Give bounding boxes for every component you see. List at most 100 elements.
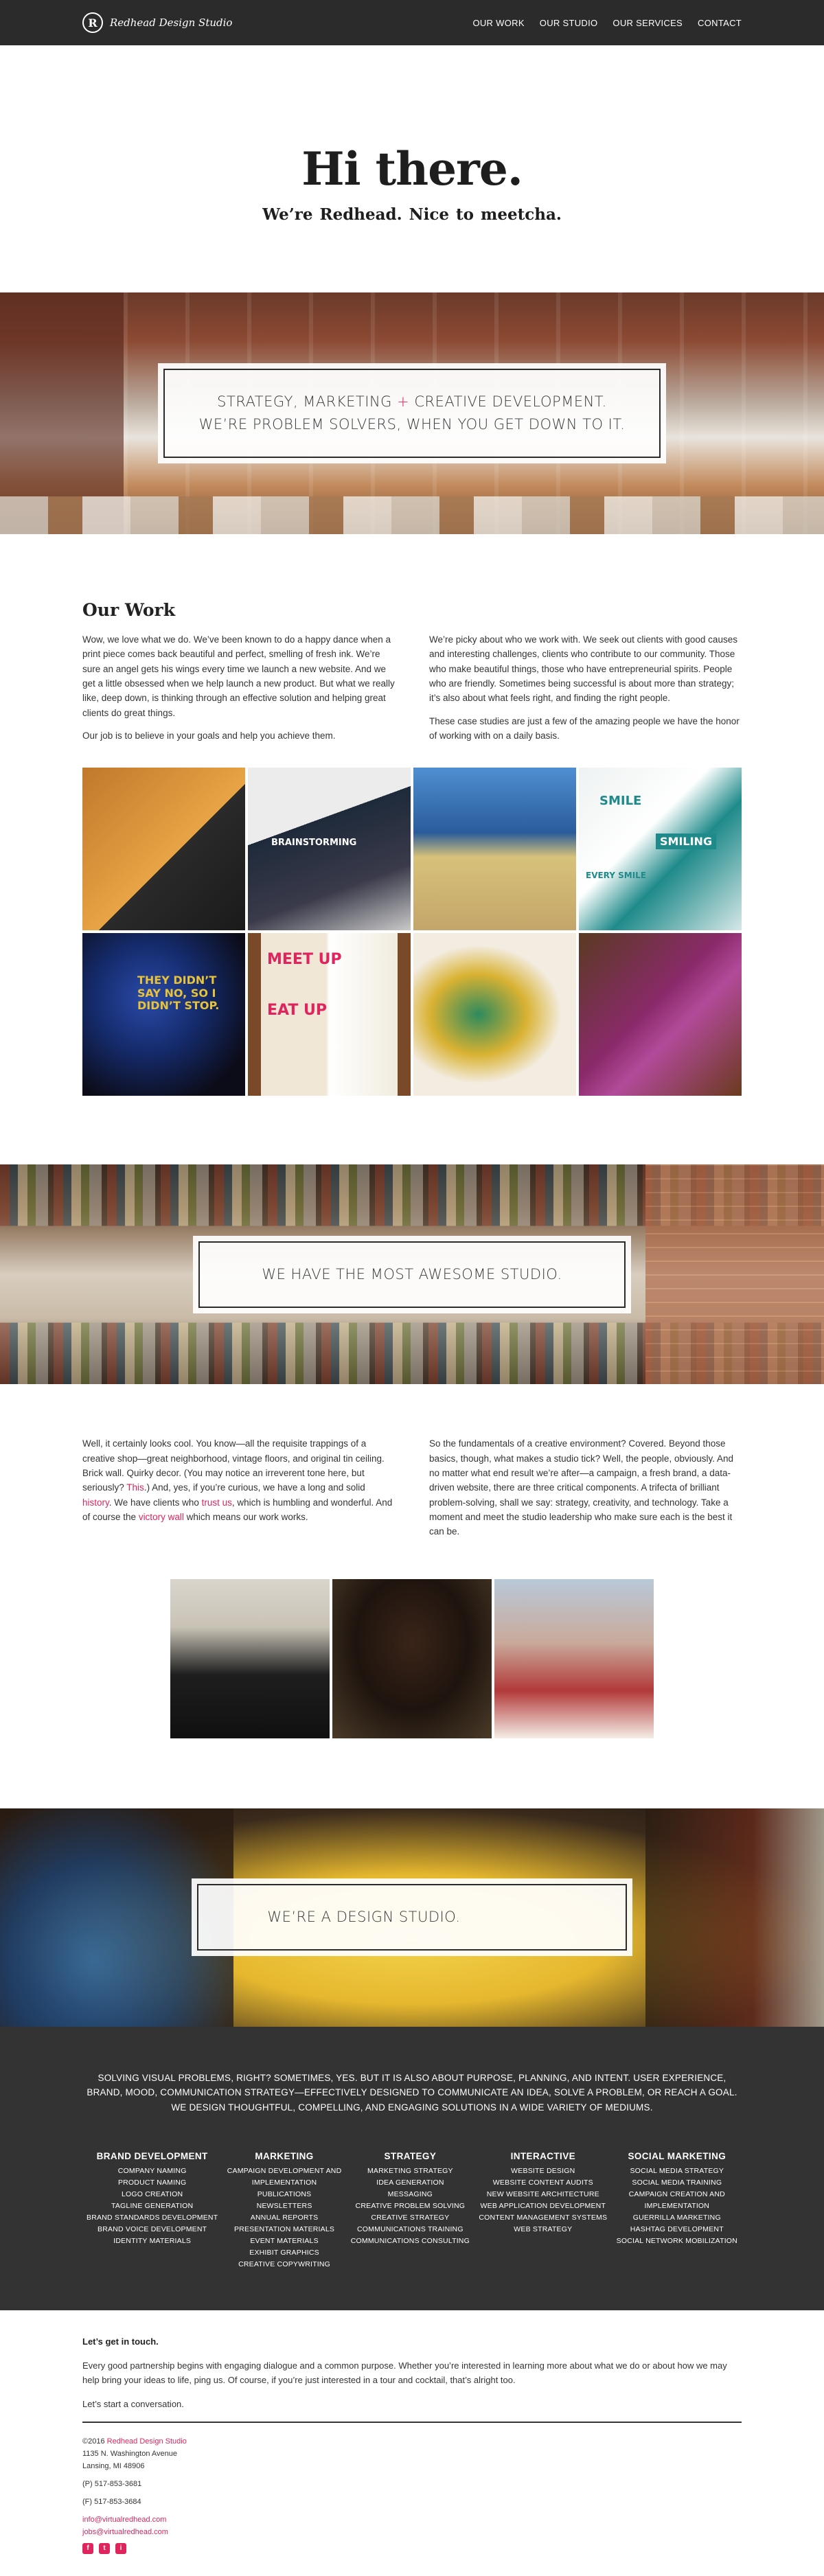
- paragraph: Well, it certainly looks cool. You know—…: [82, 1436, 395, 1524]
- service-item: WEB STRATEGY: [514, 2225, 573, 2234]
- service-column-interactive: INTERACTIVE WEBSITE DESIGN WEBSITE CONTE…: [479, 2151, 607, 2270]
- service-item: SOCIAL MEDIA STRATEGY: [630, 2167, 724, 2176]
- portfolio-tile[interactable]: [413, 768, 576, 931]
- email-info-link[interactable]: info@virtualredhead.com: [82, 2516, 166, 2524]
- service-title: BRAND DEVELOPMENT: [96, 2151, 208, 2162]
- service-item: MESSAGING: [387, 2190, 433, 2199]
- service-title: SOCIAL MARKETING: [628, 2151, 726, 2162]
- service-item: CREATIVE STRATEGY: [371, 2213, 450, 2222]
- service-item: SOCIAL MEDIA TRAINING: [632, 2178, 722, 2187]
- service-title: STRATEGY: [384, 2151, 437, 2162]
- brand[interactable]: R Redhead Design Studio: [82, 12, 232, 33]
- contact-section: Let’s get in touch. Every good partnersh…: [0, 2310, 824, 2554]
- nav-our-services[interactable]: OUR SERVICES: [613, 18, 683, 28]
- service-item: ANNUAL REPORTS: [250, 2213, 319, 2222]
- service-item: CONTENT MANAGEMENT SYSTEMS: [479, 2213, 608, 2222]
- portfolio-tile[interactable]: [579, 933, 742, 1096]
- service-item: LOGO CREATION: [121, 2190, 183, 2199]
- brand-name: Redhead Design Studio: [110, 16, 233, 29]
- twitter-icon[interactable]: t: [99, 2542, 110, 2554]
- hero-subtitle: We’re Redhead. Nice to meetcha.: [262, 205, 562, 224]
- banner-strategy-line1: STRATEGY, MARKETING + CREATIVE DEVELOPME…: [199, 391, 626, 413]
- address-line-2: Lansing, MI 48906: [82, 2461, 145, 2470]
- service-item: PUBLICATIONS: [257, 2190, 312, 2199]
- service-column-brand: BRAND DEVELOPMENT COMPANY NAMING PRODUCT…: [87, 2151, 218, 2270]
- service-item: MARKETING STRATEGY: [367, 2167, 453, 2176]
- banner-text: CREATIVE DEVELOPMENT.: [409, 393, 607, 411]
- portfolio-tile[interactable]: THEY DIDN’T SAY NO, SO I DIDN’T STOP.: [82, 933, 245, 1096]
- service-item: CREATIVE PROBLEM SOLVING: [355, 2202, 466, 2211]
- nav-our-work[interactable]: OUR WORK: [472, 18, 524, 28]
- service-item: IMPLEMENTATION: [251, 2178, 317, 2187]
- tile-label: EVERY SMILE: [586, 871, 647, 881]
- paragraph: Our job is to believe in your goals and …: [82, 730, 336, 741]
- leader-photo[interactable]: [332, 1578, 492, 1738]
- text-run: .) And, yes, if you’re curious, we have …: [144, 1482, 365, 1493]
- top-nav: R Redhead Design Studio OUR WORK OUR STU…: [0, 0, 824, 45]
- nav-links: OUR WORK OUR STUDIO OUR SERVICES CONTACT: [472, 18, 742, 28]
- studio-link[interactable]: Redhead Design Studio: [107, 2437, 187, 2446]
- plus-sign: +: [397, 393, 410, 411]
- studio-left: Well, it certainly looks cool. You know—…: [82, 1436, 395, 1547]
- service-column-social: SOCIAL MARKETING SOCIAL MEDIA STRATEGY S…: [617, 2151, 737, 2270]
- link-victory-wall[interactable]: victory wall: [139, 1512, 184, 1522]
- banner-strategy-line2: WE’RE PROBLEM SOLVERS, WHEN YOU GET DOWN…: [198, 416, 626, 433]
- our-work-text: Wow, we love what we do. We’ve been know…: [82, 632, 742, 751]
- link-history[interactable]: history: [82, 1497, 109, 1508]
- service-item: BRAND STANDARDS DEVELOPMENT: [87, 2213, 218, 2222]
- service-column-strategy: STRATEGY MARKETING STRATEGY IDEA GENERAT…: [351, 2151, 470, 2270]
- tile-label: SMILE: [599, 794, 642, 809]
- service-item: IDENTITY MATERIALS: [113, 2237, 192, 2246]
- our-work-right: We’re picky about who we work with. We s…: [429, 632, 742, 751]
- banner-design-studio: WE’RE A DESIGN STUDIO.: [0, 1808, 824, 2027]
- portfolio-grid: BRAINSTORMING SMILE SMILING EVERY SMILE …: [0, 768, 824, 1096]
- services-columns: BRAND DEVELOPMENT COMPANY NAMING PRODUCT…: [82, 2151, 742, 2270]
- leader-photo[interactable]: [494, 1578, 654, 1738]
- nav-contact[interactable]: CONTACT: [698, 18, 742, 28]
- banner-studio: WE HAVE THE MOST AWESOME STUDIO.: [0, 1164, 824, 1385]
- email-jobs-link[interactable]: jobs@virtualredhead.com: [82, 2528, 168, 2536]
- portfolio-tile[interactable]: BRAINSTORMING: [248, 768, 411, 931]
- link-trust-us[interactable]: trust us: [202, 1497, 232, 1508]
- contact-cta: Let’s start a conversation.: [82, 2398, 184, 2409]
- service-item: HASHTAG DEVELOPMENT: [630, 2225, 724, 2234]
- leader-photo[interactable]: [170, 1578, 330, 1738]
- paragraph: So the fundamentals of a creative enviro…: [429, 1438, 734, 1537]
- paragraph: Wow, we love what we do. We’ve been know…: [82, 634, 395, 718]
- service-item: CAMPAIGN CREATION AND: [628, 2190, 725, 2199]
- portfolio-tile[interactable]: [82, 768, 245, 931]
- portfolio-tile[interactable]: MEET UP EAT UP: [248, 933, 411, 1096]
- email-jobs-row: jobs@virtualredhead.com: [82, 2526, 742, 2538]
- service-item: PRESENTATION MATERIALS: [233, 2225, 335, 2234]
- service-item: NEWSLETTERS: [256, 2202, 312, 2211]
- banner-studio-box: WE HAVE THE MOST AWESOME STUDIO.: [193, 1236, 631, 1313]
- facebook-icon[interactable]: f: [82, 2542, 93, 2554]
- service-item: COMMUNICATIONS CONSULTING: [350, 2237, 470, 2246]
- portfolio-tile[interactable]: SMILE SMILING EVERY SMILE: [579, 768, 742, 931]
- portfolio-tile[interactable]: [413, 933, 576, 1096]
- contact-heading: Let’s get in touch.: [82, 2336, 159, 2347]
- instagram-icon[interactable]: i: [115, 2542, 126, 2554]
- paragraph: These case studies are just a few of the…: [429, 715, 740, 741]
- paragraph: We’re picky about who we work with. We s…: [429, 634, 737, 704]
- banner-strategy: STRATEGY, MARKETING + CREATIVE DEVELOPME…: [0, 292, 824, 534]
- banner-design-text: WE’RE A DESIGN STUDIO.: [267, 1909, 461, 1926]
- service-column-marketing: MARKETING CAMPAIGN DEVELOPMENT AND IMPLE…: [227, 2151, 342, 2270]
- contact-body: Every good partnership begins with engag…: [82, 2360, 727, 2385]
- copyright: ©2016 Redhead Design Studio: [82, 2435, 742, 2448]
- service-item: COMPANY NAMING: [117, 2167, 187, 2176]
- services-intro: SOLVING VISUAL PROBLEMS, RIGHT? SOMETIME…: [87, 2072, 737, 2113]
- social-links: f t i: [82, 2542, 742, 2554]
- banner-design-frame: WE’RE A DESIGN STUDIO.: [197, 1884, 627, 1951]
- service-item: CAMPAIGN DEVELOPMENT AND: [227, 2167, 342, 2176]
- service-item: WEBSITE DESIGN: [511, 2167, 575, 2176]
- banner-studio-text: WE HAVE THE MOST AWESOME STUDIO.: [262, 1266, 562, 1283]
- link-this[interactable]: This: [126, 1482, 144, 1493]
- service-title: INTERACTIVE: [510, 2151, 575, 2162]
- nav-our-studio[interactable]: OUR STUDIO: [540, 18, 598, 28]
- banner-studio-frame: WE HAVE THE MOST AWESOME STUDIO.: [198, 1241, 626, 1308]
- service-title: MARKETING: [255, 2151, 314, 2162]
- address-line-1: 1135 N. Washington Avenue: [82, 2449, 178, 2458]
